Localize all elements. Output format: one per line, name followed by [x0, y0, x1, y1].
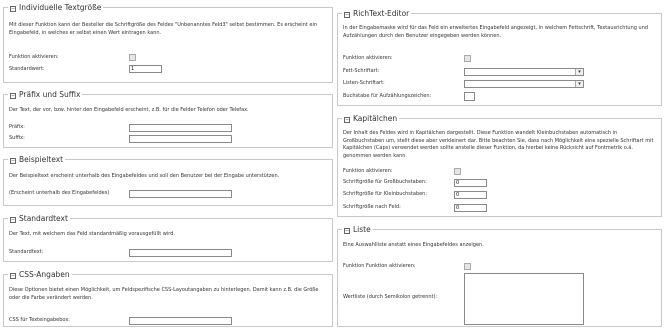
- schriftgroesse-nach-feld-input[interactable]: 0: [454, 204, 487, 212]
- standardwert-input[interactable]: 1: [129, 65, 162, 73]
- collapse-toggle-icon[interactable]: −: [10, 273, 16, 279]
- panel-description: Der Inhalt des Feldes wird in Kapitälche…: [343, 130, 654, 159]
- collapse-toggle-icon[interactable]: −: [10, 6, 16, 12]
- buchstabe-aufzaehlung-input[interactable]: [464, 92, 475, 101]
- collapse-toggle-icon[interactable]: −: [10, 158, 16, 164]
- panel-title[interactable]: − Präfix und Suffix: [8, 90, 83, 99]
- panel-title-text: CSS-Angaben: [19, 270, 70, 279]
- collapse-toggle-icon[interactable]: −: [10, 217, 16, 223]
- schriftgroesse-gross-input[interactable]: 0: [454, 179, 487, 187]
- collapse-toggle-icon[interactable]: −: [10, 93, 16, 99]
- panel-liste: − Liste Eine Auswahlliste anstatt eines E…: [337, 225, 662, 327]
- praefix-label: Präfix:: [9, 124, 25, 130]
- panel-title-text: Kapitälchen: [353, 114, 398, 123]
- panel-title[interactable]: − Kapitälchen: [342, 114, 400, 123]
- standardwert-label: Standardwert:: [9, 66, 45, 72]
- panel-individuelle-textgroesse: − Individuelle Textgröße Mit dieser Funkt…: [3, 3, 333, 83]
- panel-beispieltext: − Beispieltext Der Beispieltext erscheint…: [3, 155, 333, 206]
- collapse-toggle-icon[interactable]: −: [344, 117, 350, 123]
- fett-schriftart-select[interactable]: ▾: [464, 68, 584, 76]
- css-texteingabebox-label: CSS für Texteingabebox:: [9, 317, 70, 323]
- wertliste-label: Wertliste (durch Semikolon getrennt):: [343, 294, 438, 300]
- panel-praefix-suffix: − Präfix und Suffix Der Text, der vor, bz…: [3, 90, 333, 148]
- panel-description: Eine Auswahlliste anstatt eines Eingabef…: [343, 242, 484, 248]
- beispieltext-label: (Erscheint unterhalb des Eingabefeldes): [9, 190, 110, 196]
- panel-title[interactable]: − Standardtext: [8, 214, 70, 223]
- beispieltext-input[interactable]: [129, 190, 232, 198]
- panel-description: Mit dieser Funktion kann der Besteller d…: [9, 22, 317, 36]
- panel-title-text: Individuelle Textgröße: [19, 3, 102, 12]
- panel-title-text: RichText-Editor: [353, 9, 410, 18]
- listen-schriftart-label: Listen-Schriftart:: [343, 80, 385, 86]
- funktion-aktivieren-checkbox[interactable]: [129, 54, 136, 61]
- panel-kapitaelchen: − Kapitälchen Der Inhalt des Feldes wird …: [337, 114, 662, 217]
- funktion-aktivieren-label: Funktion aktivieren:: [9, 54, 59, 60]
- funktion-aktivieren-label: Funktion Funktion aktivieren:: [343, 263, 416, 269]
- panel-title-text: Präfix und Suffix: [19, 90, 81, 99]
- css-texteingabebox-input[interactable]: [129, 317, 232, 325]
- funktion-aktivieren-checkbox[interactable]: [464, 55, 471, 62]
- buchstabe-aufzaehlung-label: Buchstabe für Aufzählungszeichen:: [343, 93, 432, 99]
- chevron-down-icon: ▾: [575, 81, 583, 87]
- standardtext-input[interactable]: [129, 249, 232, 257]
- panel-css-angaben: − CSS-Angaben Diese Optionen bietet einen…: [3, 270, 333, 327]
- panel-description: In der Eingabemaske wird für das Feld ei…: [343, 25, 649, 39]
- suffix-label: Suffix:: [9, 135, 25, 141]
- panel-title[interactable]: − Liste: [342, 225, 373, 234]
- fett-schriftart-label: Fett-Schriftart:: [343, 68, 380, 74]
- schriftgroesse-nach-feld-label: Schriftgröße nach Feld:: [343, 204, 401, 210]
- panel-title[interactable]: − Beispieltext: [8, 155, 66, 164]
- panel-title[interactable]: − Individuelle Textgröße: [8, 3, 104, 12]
- panel-richtext-editor: − RichText-Editor In der Eingabemaske wir…: [337, 9, 662, 106]
- panel-standardtext: − Standardtext Der Text, mit welchem das …: [3, 214, 333, 262]
- funktion-aktivieren-checkbox[interactable]: [454, 168, 461, 175]
- chevron-down-icon: ▾: [575, 69, 583, 75]
- panel-description: Der Beispieltext erscheint unterhalb des…: [9, 173, 280, 179]
- wertliste-textarea[interactable]: [464, 273, 584, 325]
- schriftgroesse-gross-label: Schriftgröße für Großbuchstaben:: [343, 179, 427, 185]
- collapse-toggle-icon[interactable]: −: [344, 12, 350, 18]
- panel-title-text: Liste: [353, 225, 371, 234]
- panel-title[interactable]: − RichText-Editor: [342, 9, 412, 18]
- standardtext-label: Standardtext:: [9, 249, 44, 255]
- panel-title[interactable]: − CSS-Angaben: [8, 270, 72, 279]
- suffix-input[interactable]: [129, 135, 232, 143]
- funktion-aktivieren-checkbox[interactable]: [464, 263, 471, 270]
- schriftgroesse-klein-label: Schriftgröße für Kleinbuchstaben:: [343, 191, 428, 197]
- panel-description: Diese Optionen bietet einen Möglichkeit,…: [9, 287, 319, 301]
- panel-title-text: Beispieltext: [19, 155, 64, 164]
- funktion-aktivieren-label: Funktion aktivieren:: [343, 55, 393, 61]
- schriftgroesse-klein-input[interactable]: 0: [454, 191, 487, 199]
- praefix-input[interactable]: [129, 124, 232, 132]
- panel-title-text: Standardtext: [19, 214, 68, 223]
- listen-schriftart-select[interactable]: ▾: [464, 80, 584, 88]
- panel-description: Der Text, der vor, bzw. hinter den Einga…: [9, 107, 249, 113]
- funktion-aktivieren-label: Funktion aktivieren:: [343, 168, 393, 174]
- panel-description: Der Text, mit welchem das Feld standardm…: [9, 231, 175, 237]
- collapse-toggle-icon[interactable]: −: [344, 228, 350, 234]
